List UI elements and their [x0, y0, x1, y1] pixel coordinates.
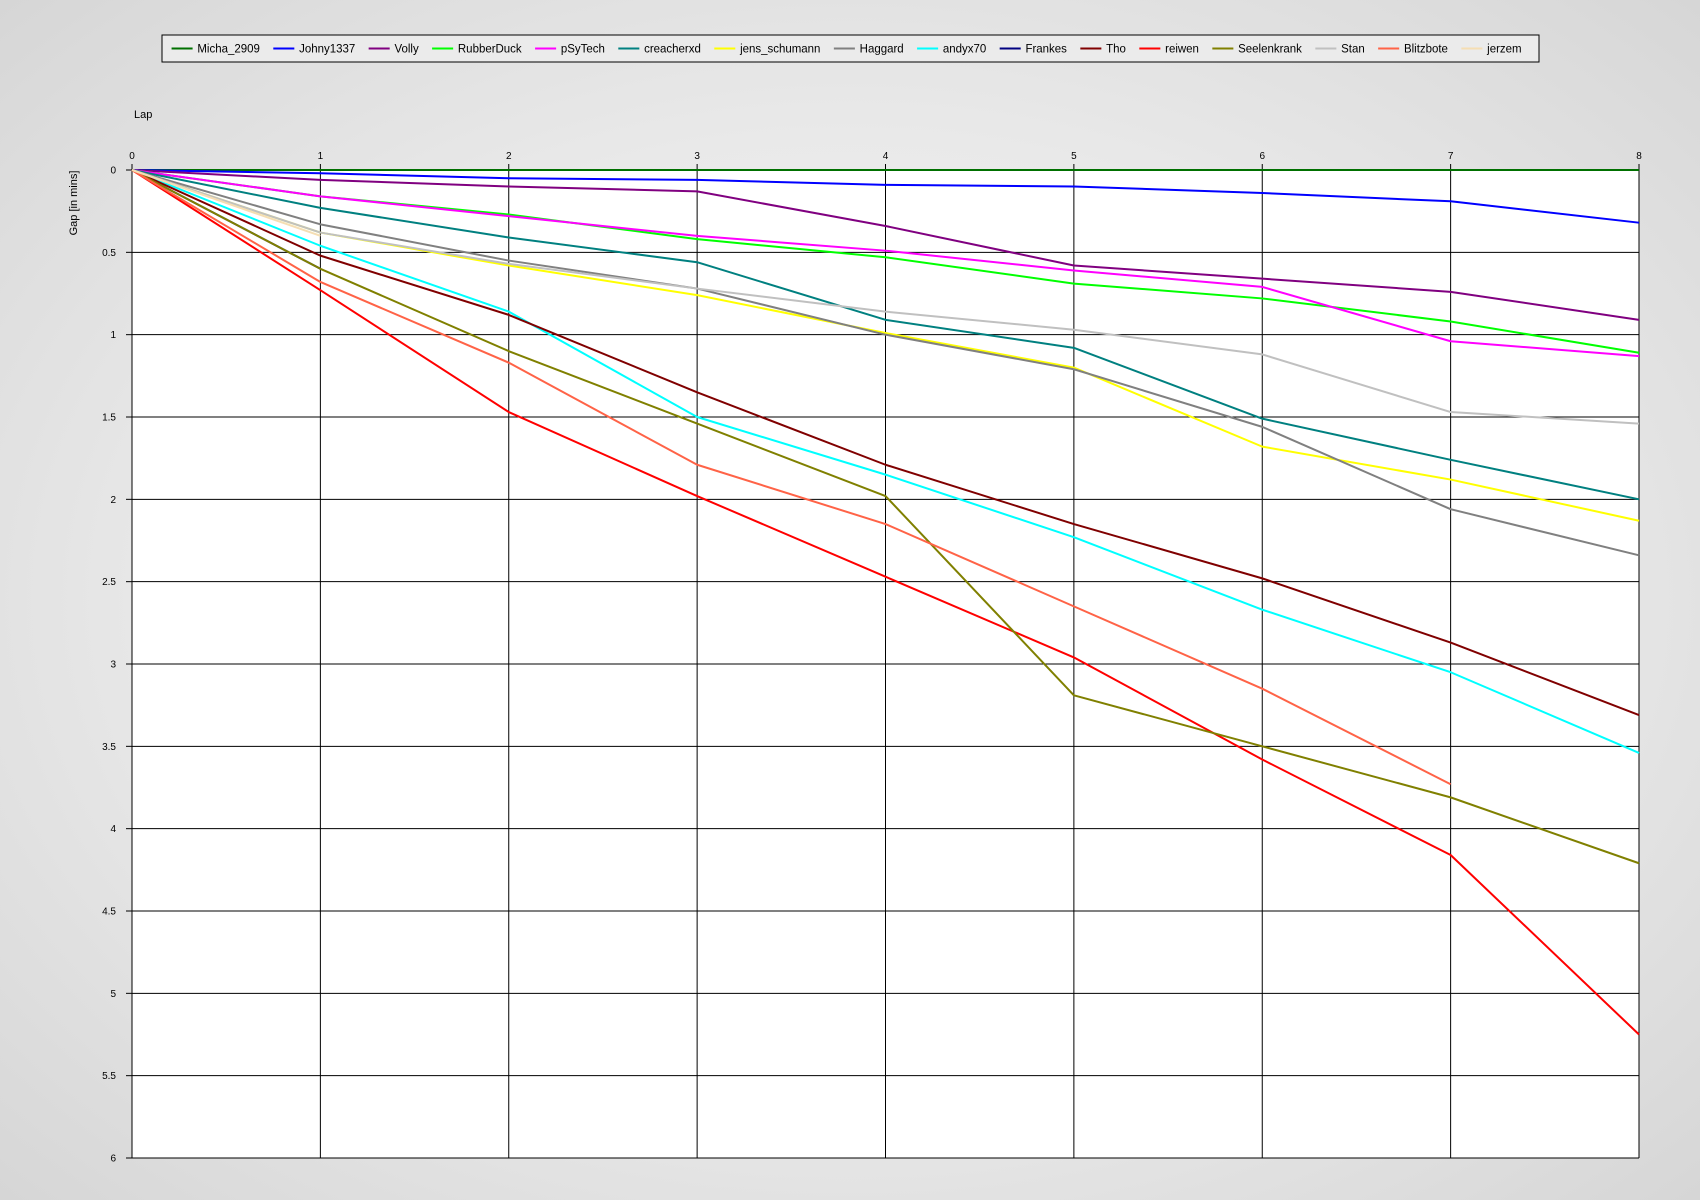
x-tick-label-7: 7 — [1448, 151, 1454, 162]
x-tick-labels: 0 1 2 3 4 5 6 7 8 — [129, 151, 1642, 162]
x-tick-label-8: 8 — [1636, 151, 1642, 162]
legend-label-psytech: pSyTech — [561, 42, 605, 55]
x-tick-label-2: 2 — [506, 151, 512, 162]
legend-label-seelenkrank: Seelenkrank — [1238, 42, 1302, 55]
x-tick-label-3: 3 — [694, 151, 700, 162]
legend-label-jerzem: jerzem — [1486, 42, 1521, 55]
y-tick-labels: 0 0.5 1 1.5 2 2.5 3 3.5 4 4.5 5 5.5 6 — [102, 166, 116, 1165]
legend-label-johny1337: Johny1337 — [299, 42, 355, 55]
y-tick-label-7: 3.5 — [102, 742, 116, 753]
x-tick-label-1: 1 — [318, 151, 324, 162]
y-tick-label-8: 4 — [110, 824, 116, 835]
legend-label-blitzbote: Blitzbote — [1404, 42, 1448, 55]
y-tick-label-4: 2 — [110, 495, 116, 506]
legend-label-jens-schumann: jens_schumann — [739, 42, 820, 55]
y-tick-label-11: 5.5 — [102, 1071, 116, 1082]
chart-svg: Micha_2909 Johny1337 Volly RubberDuck pSyTec… — [68, 34, 1642, 1165]
x-tick-label-0: 0 — [129, 151, 135, 162]
y-tick-label-1: 0.5 — [102, 248, 116, 259]
x-tick-label-4: 4 — [883, 151, 889, 162]
y-tick-label-5: 2.5 — [102, 577, 116, 588]
y-tick-label-9: 4.5 — [102, 907, 116, 918]
y-tick-label-10: 5 — [110, 989, 116, 1000]
legend-label-volly: Volly — [394, 42, 418, 55]
y-tick-label-12: 6 — [110, 1154, 116, 1165]
x-tick-label-6: 6 — [1259, 151, 1265, 162]
legend-label-tho: Tho — [1106, 42, 1126, 55]
y-tick-label-6: 3 — [110, 660, 116, 671]
y-axis-title: Gap [in mins] — [68, 171, 80, 236]
legend-label-stan: Stan — [1341, 42, 1365, 55]
legend: Micha_2909 Johny1337 Volly RubberDuck pSyTec… — [161, 34, 1540, 63]
x-tick-label-5: 5 — [1071, 151, 1077, 162]
legend-label-reiwen: reiwen — [1165, 42, 1199, 55]
chart: Micha_2909 Johny1337 Volly RubberDuck pSyTec… — [0, 0, 1700, 1200]
x-axis-title: Lap — [134, 109, 152, 121]
y-tick-label-2: 1 — [110, 330, 116, 341]
y-tick-label-3: 1.5 — [102, 413, 116, 424]
grid — [126, 164, 1640, 1159]
legend-label-haggard: Haggard — [860, 42, 904, 55]
y-tick-label-0: 0 — [110, 166, 116, 177]
legend-label-rubberduck: RubberDuck — [458, 42, 522, 55]
legend-label-creacherxd: creacherxd — [644, 42, 701, 55]
legend-label-andyx70: andyx70 — [943, 42, 987, 55]
legend-label-micha-2909: Micha_2909 — [197, 42, 259, 55]
legend-label-frankes: Frankes — [1025, 42, 1067, 55]
